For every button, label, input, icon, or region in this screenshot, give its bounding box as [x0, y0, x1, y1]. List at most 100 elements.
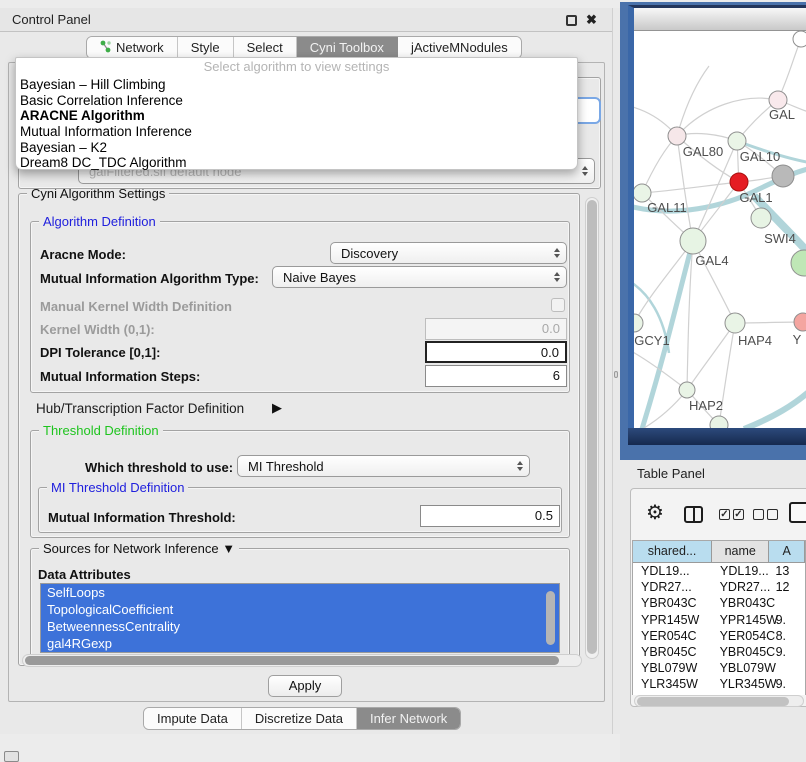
manual-kernel-width-checkbox[interactable] [551, 298, 565, 312]
network-node-hap4[interactable] [725, 313, 745, 333]
tab-style[interactable]: Style [178, 37, 234, 58]
dropdown-placeholder: Select algorithm to view settings [16, 58, 577, 77]
table-cell: YDR27... [712, 579, 770, 595]
hub-section-label[interactable]: Hub/Transcription Factor Definition [36, 401, 244, 416]
table-cell: 8. [770, 628, 805, 644]
table-cell: 9. [770, 644, 805, 660]
network-window-titlebar[interactable] [634, 8, 806, 31]
table-row[interactable]: YPR145WYPR145W9. [633, 612, 805, 628]
dropdown-item[interactable]: Basic Correlation Inference [16, 93, 577, 109]
gear-icon[interactable]: ⚙ [646, 503, 664, 523]
which-threshold-label: Which threshold to use: [85, 460, 233, 475]
close-icon[interactable]: ✖ [586, 12, 597, 28]
attribute-item[interactable]: gal4RGexp [41, 635, 559, 652]
network-canvas[interactable]: GALGAL80GAL10GAL1GAL11SWI4GAL4GCY1HAP4YH… [634, 31, 806, 428]
attribute-item[interactable]: BetweennessCentrality [41, 618, 559, 635]
column-header[interactable]: shared... [633, 541, 712, 563]
data-attributes-list[interactable]: SelfLoopsTopologicalCoefficientBetweenne… [40, 583, 560, 653]
attribute-item[interactable]: SelfLoops [41, 584, 559, 601]
tab-network[interactable]: Network [87, 37, 178, 58]
sources-collapse-arrow-icon[interactable]: ▼ [222, 541, 235, 556]
network-node[interactable] [791, 250, 806, 276]
dropdown-item[interactable]: Mutual Information Inference [16, 124, 577, 140]
table-cell: YDR27... [633, 579, 712, 595]
node-label: GAL4 [695, 253, 728, 268]
table-row[interactable]: YDR27...YDR27...12 [633, 579, 805, 595]
tab-select[interactable]: Select [234, 37, 297, 58]
network-node-gcy1[interactable] [634, 314, 643, 332]
settings-horizontal-scrollbar[interactable] [22, 654, 582, 667]
select-all-checkbox-icon[interactable]: ✓ [733, 509, 744, 520]
column-visibility-icon[interactable] [684, 506, 703, 523]
table-row[interactable]: YBR045CYBR045C9. [633, 644, 805, 660]
dpi-tolerance-field[interactable]: 0.0 [425, 341, 567, 363]
node-label: SWI4 [764, 231, 796, 246]
deselect-all-checkbox-icon[interactable] [767, 509, 778, 520]
node-table: shared...nameA YDL19...YDL19...13YDR27..… [632, 540, 806, 695]
table-row[interactable]: YBR043CYBR043C [633, 595, 805, 611]
network-node[interactable] [793, 31, 806, 47]
algorithm-dropdown-popup: Select algorithm to view settings Bayesi… [15, 57, 578, 170]
minimized-panel-icon[interactable] [4, 751, 19, 762]
network-node-y[interactable] [794, 313, 806, 331]
dropdown-item[interactable]: ARACNE Algorithm [16, 108, 577, 124]
mi-steps-field[interactable]: 6 [425, 365, 567, 387]
network-node-hap2[interactable] [679, 382, 695, 398]
apply-button[interactable]: Apply [268, 675, 342, 697]
dropdown-item[interactable]: Bayesian – Hill Climbing [16, 77, 577, 93]
attributes-scrollbar-thumb[interactable] [546, 591, 555, 645]
dropdown-item[interactable]: Bayesian – K2 [16, 140, 577, 156]
column-header[interactable]: A [769, 541, 805, 563]
settings-vertical-scrollbar-thumb[interactable] [587, 200, 597, 654]
table-row[interactable]: YDL19...YDL19...13 [633, 563, 805, 579]
table-cell: YBL079W [712, 660, 770, 676]
network-node-gal80[interactable] [668, 127, 686, 145]
table-cell: 13 [769, 563, 805, 579]
table-horizontal-scrollbar-thumb[interactable] [637, 697, 789, 706]
splitter-handle[interactable] [614, 371, 618, 378]
mi-algorithm-type-combobox[interactable]: Naive Bayes [272, 266, 567, 288]
table-body: YDL19...YDL19...13YDR27...YDR27...12YBR0… [633, 563, 805, 695]
dropdown-item[interactable]: Dream8 DC_TDC Algorithm [16, 155, 577, 171]
column-header[interactable]: name [712, 541, 769, 563]
manual-kernel-width-label: Manual Kernel Width Definition [40, 299, 232, 314]
table-cell: YPR145W [712, 612, 770, 628]
attribute-item[interactable]: TopologicalCoefficient [41, 601, 559, 618]
table-row[interactable]: YER054CYER054C8. [633, 628, 805, 644]
hub-expand-arrow-icon[interactable]: ▶ [272, 400, 282, 416]
settings-vertical-scrollbar[interactable] [585, 197, 599, 659]
which-threshold-combobox[interactable]: MI Threshold [237, 455, 530, 477]
tab-label: Cyni Toolbox [310, 40, 384, 55]
aracne-mode-combobox[interactable]: Discovery [330, 242, 567, 264]
tab-cyni-toolbox[interactable]: Cyni Toolbox [297, 37, 398, 58]
kernel-width-field[interactable]: 0.0 [425, 318, 567, 340]
tab-impute-data[interactable]: Impute Data [144, 708, 242, 729]
tab-infer-network[interactable]: Infer Network [357, 708, 460, 729]
table-cell: YPR145W [633, 612, 712, 628]
data-attributes-label: Data Attributes [38, 567, 131, 582]
mi-threshold-field[interactable]: 0.5 [420, 505, 560, 527]
deselect-all-checkbox-icon[interactable] [753, 509, 764, 520]
table-row[interactable]: YBL079WYBL079W [633, 660, 805, 676]
combo-arrows-icon [554, 248, 560, 258]
settings-horizontal-scrollbar-thumb[interactable] [25, 656, 559, 665]
attributes-scrollbar[interactable] [546, 585, 557, 651]
dropdown-list: Bayesian – Hill ClimbingBasic Correlatio… [16, 77, 577, 171]
node-label: GCY1 [634, 333, 669, 348]
select-all-checkbox-icon[interactable]: ✓ [719, 509, 730, 520]
network-node-swi4[interactable] [751, 208, 771, 228]
network-node-gal10[interactable] [728, 132, 746, 150]
network-node[interactable] [772, 165, 794, 187]
network-node-gal4[interactable] [680, 228, 706, 254]
mi-steps-label: Mutual Information Steps: [40, 369, 200, 384]
float-window-icon[interactable] [566, 15, 577, 26]
table-horizontal-scrollbar[interactable] [634, 695, 804, 707]
tab-jactivemnodules[interactable]: jActiveMNodules [398, 37, 521, 58]
tab-discretize-data[interactable]: Discretize Data [242, 708, 357, 729]
table-cell: YER054C [712, 628, 770, 644]
combo-arrows-icon [582, 166, 588, 176]
table-function-icon[interactable] [789, 502, 806, 523]
table-row[interactable]: YLR345WYLR345W9. [633, 676, 805, 692]
network-node-gal1[interactable] [730, 173, 748, 191]
table-cell [770, 660, 805, 676]
